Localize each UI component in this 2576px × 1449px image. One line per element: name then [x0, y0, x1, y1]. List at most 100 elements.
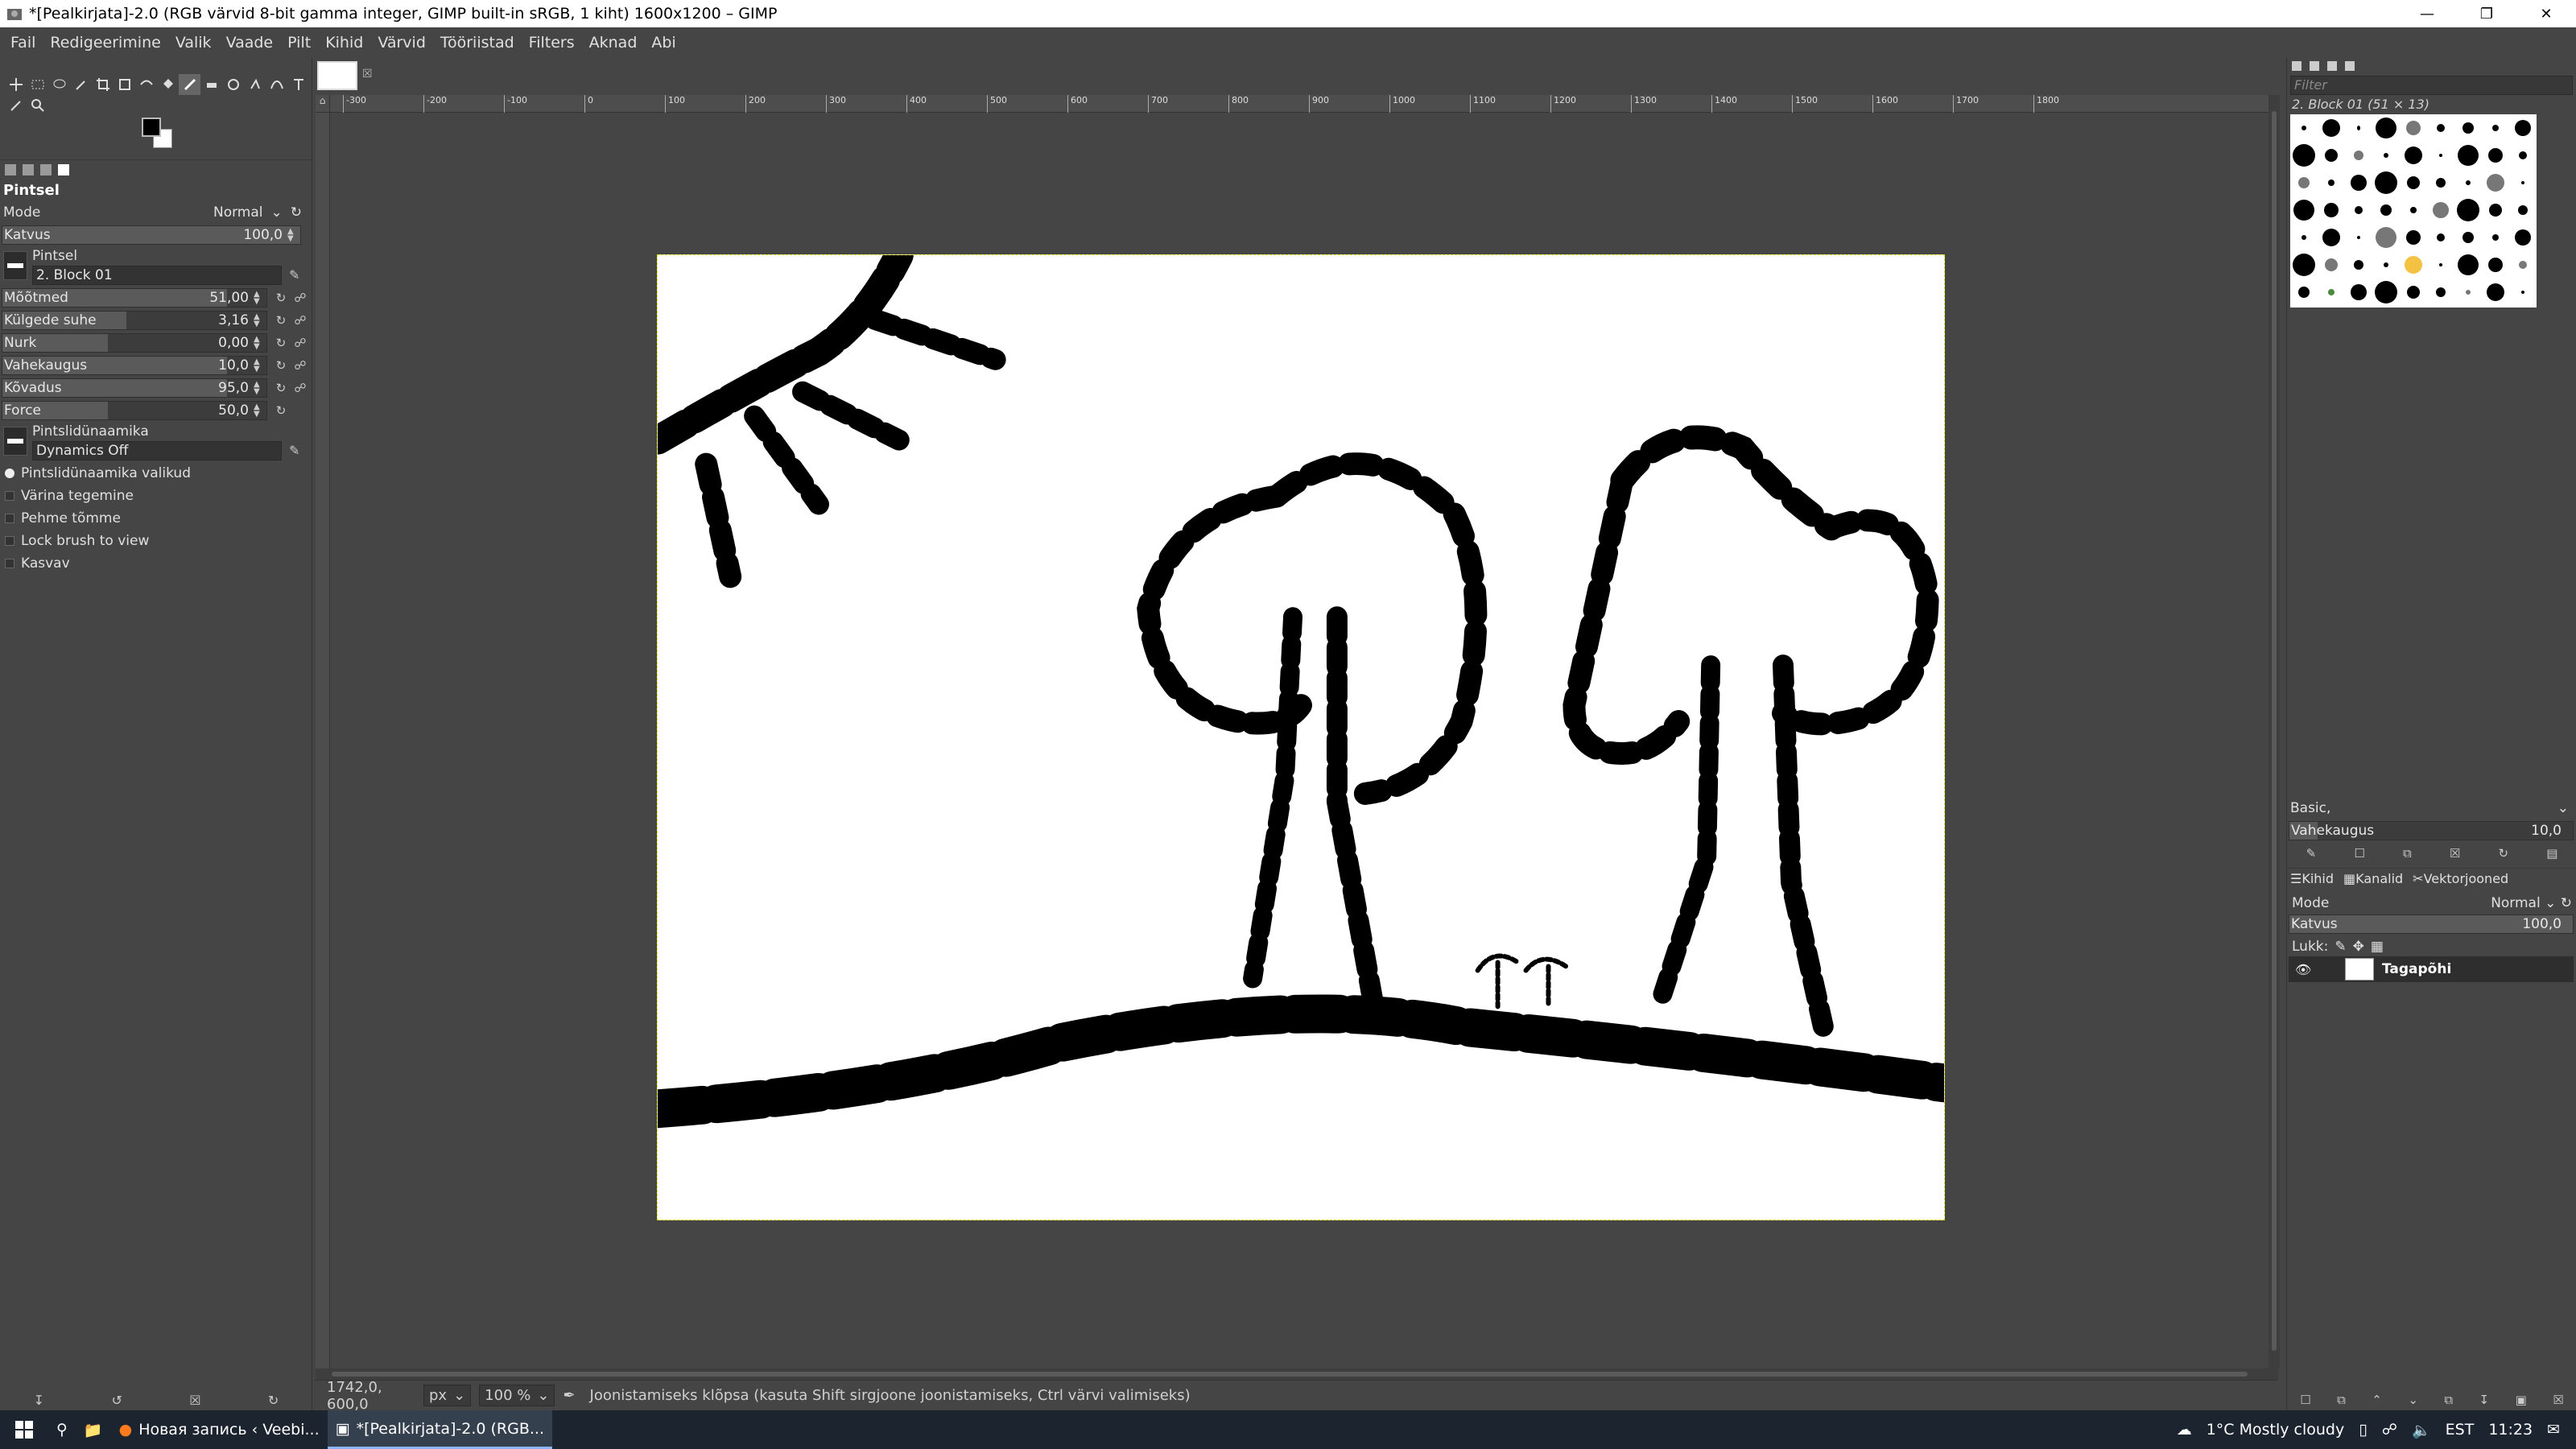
brush-thumbnail[interactable]	[2509, 169, 2537, 196]
brush-thumbnail[interactable]	[2345, 114, 2372, 142]
brush-thumbnail[interactable]	[2290, 251, 2318, 279]
brush-thumbnail[interactable]	[2318, 169, 2345, 196]
brush-thumbnail[interactable]	[2318, 114, 2345, 142]
link-icon[interactable]: ☍	[291, 289, 309, 307]
checkbox[interactable]	[5, 559, 14, 568]
brush-thumbnail[interactable]	[2290, 142, 2318, 169]
crop-tool-icon[interactable]	[92, 74, 114, 95]
file-explorer-icon[interactable]: 📁	[76, 1410, 111, 1449]
brush-thumbnail[interactable]	[2290, 224, 2318, 251]
brush-thumbnail[interactable]	[2345, 279, 2372, 306]
horizontal-scrollbar[interactable]	[316, 1368, 2278, 1380]
link-icon[interactable]: ☍	[291, 379, 309, 397]
brush-thumbnail[interactable]	[2427, 114, 2454, 142]
brush-thumbnail[interactable]	[2509, 224, 2537, 251]
weather-icon[interactable]: ☁	[2177, 1421, 2192, 1439]
menu-view[interactable]: Vaade	[219, 27, 281, 58]
brush-thumbnail[interactable]	[2454, 169, 2482, 196]
layer-opacity-slider[interactable]: Katvus 100,0	[2289, 914, 2574, 934]
duplicate-brush-icon[interactable]: ⧉	[2403, 846, 2412, 861]
brush-thumbnail[interactable]	[2482, 114, 2509, 142]
brush-thumbnail[interactable]	[2318, 196, 2345, 224]
fg-bg-color-swatch[interactable]	[142, 118, 174, 150]
brush-thumbnail[interactable]	[2400, 279, 2427, 306]
bucket-fill-tool-icon[interactable]	[157, 74, 179, 95]
path-tool-icon[interactable]	[266, 74, 287, 95]
brush-thumbnail[interactable]	[2427, 279, 2454, 306]
spin-icon[interactable]: ▲ ▼	[254, 336, 263, 351]
brush-filter-input[interactable]: Filter	[2290, 76, 2573, 95]
brush-thumbnail[interactable]	[2318, 224, 2345, 251]
image-tab-thumbnail[interactable]	[317, 61, 357, 90]
lock-pixels-icon[interactable]: ✎	[2334, 939, 2346, 955]
spacing-slider[interactable]: Vahekaugus 10,0 ▲ ▼	[2, 356, 267, 375]
restore-options-icon[interactable]: ↺	[111, 1393, 122, 1408]
device-status-tab-icon[interactable]	[23, 163, 34, 175]
lock-position-icon[interactable]: ✥	[2353, 939, 2364, 955]
hardness-slider[interactable]: Kõvadus 95,0 ▲ ▼	[2, 378, 267, 398]
gradients-tab-icon[interactable]	[2345, 61, 2355, 71]
edit-dynamics-icon[interactable]: ✎	[289, 443, 307, 460]
smooth-stroke-check[interactable]: Pehme tõmme	[0, 507, 312, 530]
apply-jitter-check[interactable]: Värina tegemine	[0, 485, 312, 507]
tab-paths[interactable]: ✂Vektorjooned	[2413, 871, 2508, 886]
save-options-icon[interactable]: ↧	[34, 1393, 44, 1408]
brush-thumbnail[interactable]	[2482, 196, 2509, 224]
tab-channels[interactable]: ▦Kanalid	[2343, 871, 2403, 886]
preset-value[interactable]: Basic,	[2290, 800, 2330, 819]
zoom-tool-icon[interactable]	[27, 95, 48, 116]
dynamics-options-check[interactable]: Pintslidünaamika valikud	[0, 462, 312, 485]
lower-layer-icon[interactable]: ⌄	[2408, 1393, 2418, 1407]
brush-thumbnail[interactable]	[2372, 114, 2400, 142]
brush-thumbnail[interactable]	[2372, 142, 2400, 169]
speaker-icon[interactable]: 🔈	[2412, 1421, 2431, 1439]
restore-icon[interactable]: ❐	[2457, 0, 2516, 27]
vertical-scroll-thumb[interactable]	[2272, 111, 2277, 1351]
foreground-color[interactable]	[142, 118, 161, 137]
brush-thumbnail[interactable]	[2372, 196, 2400, 224]
brush-thumbnail[interactable]	[2454, 279, 2482, 306]
delete-options-icon[interactable]: ☒	[189, 1393, 200, 1408]
brush-thumbnail[interactable]	[2400, 224, 2427, 251]
layer-mode-select[interactable]: Normal ⌄ ↻	[2491, 895, 2572, 911]
clone-tool-icon[interactable]	[222, 74, 244, 95]
brush-thumbnail[interactable]	[2400, 251, 2427, 279]
brush-grid[interactable]	[2290, 114, 2537, 308]
smudge-tool-icon[interactable]	[244, 74, 266, 95]
spin-icon[interactable]: ▲ ▼	[287, 228, 297, 243]
zoom-select[interactable]: 100 % ⌄	[479, 1385, 555, 1406]
layer-row[interactable]: 👁 Tagapõhi	[2289, 956, 2574, 982]
brush-thumbnail[interactable]	[2454, 251, 2482, 279]
notifications-icon[interactable]: ✉	[2547, 1421, 2560, 1439]
brush-thumbnail[interactable]	[2400, 142, 2427, 169]
dynamics-name-field[interactable]: Dynamics Off	[32, 441, 282, 460]
taskbar-firefox[interactable]: ● Новая запись ‹ Veebi...	[111, 1410, 328, 1449]
menu-filters[interactable]: Filters	[522, 27, 582, 58]
brush-thumbnail[interactable]	[2482, 279, 2509, 306]
brush-thumbnail[interactable]	[2290, 279, 2318, 306]
reset-options-icon[interactable]: ↻	[268, 1393, 279, 1408]
image-canvas[interactable]	[657, 254, 1945, 1220]
brush-thumbnail[interactable]	[2345, 224, 2372, 251]
link-icon[interactable]: ☍	[291, 357, 309, 374]
angle-slider[interactable]: Nurk 0,00 ▲ ▼	[2, 333, 267, 353]
brush-thumbnail[interactable]	[2482, 169, 2509, 196]
ruler-corner[interactable]: ⌂	[316, 95, 330, 113]
brush-thumbnail[interactable]	[2454, 114, 2482, 142]
brush-thumbnail[interactable]	[2372, 279, 2400, 306]
brush-thumbnail[interactable]	[2318, 279, 2345, 306]
refresh-brushes-icon[interactable]: ↻	[2498, 846, 2508, 861]
patterns-tab-icon[interactable]	[2310, 61, 2319, 71]
brush-thumbnail[interactable]	[2290, 114, 2318, 142]
brushes-tab-icon[interactable]	[2292, 61, 2301, 71]
menu-layer[interactable]: Kihid	[318, 27, 370, 58]
brush-thumbnail[interactable]	[2318, 251, 2345, 279]
open-as-image-icon[interactable]: ▤	[2546, 846, 2557, 861]
duplicate-layer-icon[interactable]: ⧉	[2444, 1393, 2453, 1407]
brush-thumbnail[interactable]	[2345, 196, 2372, 224]
menu-file[interactable]: Fail	[3, 27, 43, 58]
brush-thumbnail[interactable]	[2482, 142, 2509, 169]
brush-thumbnail[interactable]	[2372, 251, 2400, 279]
close-image-icon[interactable]: ☒	[362, 68, 373, 80]
tab-layers[interactable]: ☰Kihid	[2290, 871, 2334, 886]
